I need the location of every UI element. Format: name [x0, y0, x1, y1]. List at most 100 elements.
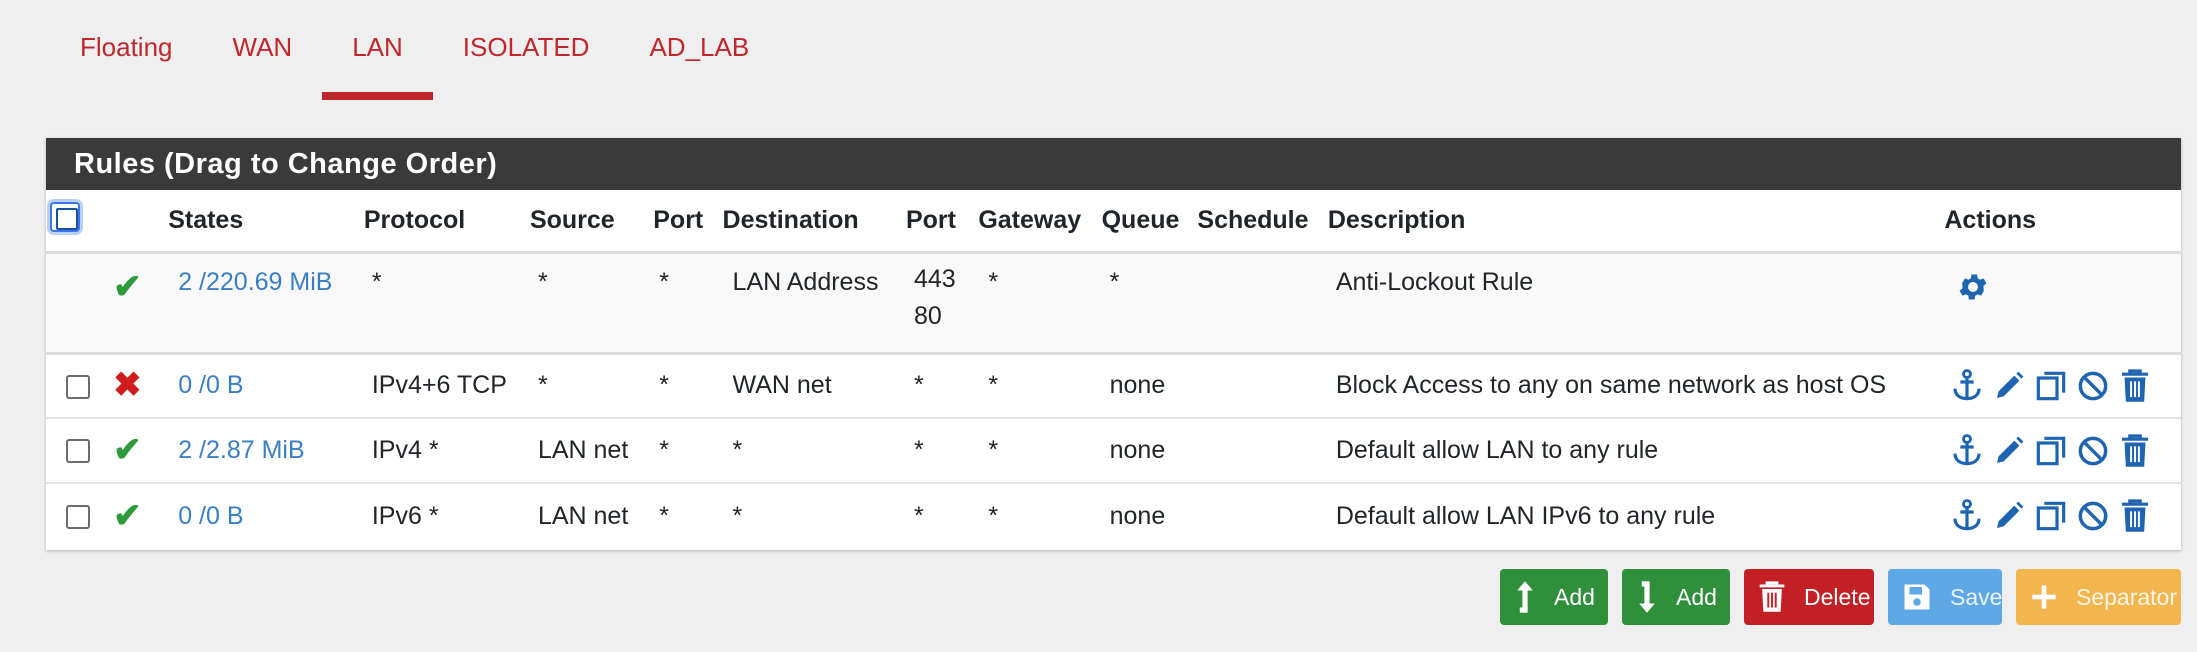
anchor-icon[interactable]: [1948, 432, 1986, 470]
delete-button[interactable]: Delete: [1744, 569, 1874, 625]
destination-cell: LAN Address: [718, 252, 902, 355]
trash-icon[interactable]: [2116, 497, 2154, 535]
destination-cell: *: [718, 418, 902, 484]
gear-icon[interactable]: [1954, 268, 1992, 306]
anchor-icon[interactable]: [1948, 367, 1986, 405]
destination-cell: WAN net: [718, 353, 902, 419]
source-cell: LAN net: [537, 501, 629, 530]
rules-panel: Rules (Drag to Change Order) States Prot…: [46, 138, 2181, 550]
block-x-icon: ✖: [113, 366, 142, 405]
source-cell: *: [525, 353, 650, 419]
trash-icon[interactable]: [2116, 367, 2154, 405]
gateway-cell: *: [974, 418, 1098, 484]
table-row[interactable]: ✔ 0 /0 B IPv6 * LAN net * * * * none Def…: [46, 483, 2181, 548]
states-link[interactable]: 2 /2.87 MiB: [178, 436, 304, 464]
queue-cell: none: [1097, 353, 1194, 419]
add-top-button[interactable]: Add: [1500, 569, 1608, 625]
schedule-cell: [1193, 252, 1324, 355]
delete-label: Delete: [1804, 583, 1871, 610]
source-port-cell: *: [659, 501, 669, 530]
copy-icon[interactable]: [2032, 497, 2070, 535]
row-actions: [1948, 367, 2181, 405]
queue-cell: none: [1109, 501, 1166, 530]
save-label: Save: [1950, 583, 2003, 610]
copy-icon[interactable]: [2032, 432, 2070, 470]
states-link[interactable]: 0 /0 B: [178, 502, 243, 530]
protocol-cell: *: [359, 252, 526, 355]
source-cell: LAN net: [525, 418, 650, 484]
source-cell: *: [525, 252, 650, 355]
rules-table: States Protocol Source Port Destination …: [46, 190, 2181, 548]
row-checkbox[interactable]: [66, 374, 90, 399]
select-all-checkbox[interactable]: [50, 201, 80, 232]
states-link[interactable]: 2 /220.69 MiB: [178, 268, 332, 296]
queue-header: Queue: [1097, 190, 1194, 254]
disable-icon[interactable]: [2074, 367, 2112, 405]
destination-port-cell: *: [901, 418, 975, 484]
tab-isolated[interactable]: ISOLATED: [433, 24, 620, 100]
row-checkbox[interactable]: [66, 439, 90, 464]
protocol-cell: IPv4+6 TCP: [359, 353, 526, 419]
tab-ad-lab[interactable]: AD_LAB: [619, 24, 779, 100]
pass-check-icon: ✔: [113, 267, 142, 306]
table-header: States Protocol Source Port Destination …: [46, 190, 2181, 254]
disable-icon[interactable]: [2074, 497, 2112, 535]
schedule-header: Schedule: [1193, 190, 1324, 254]
destination-port-header: Port: [901, 190, 975, 254]
pencil-icon[interactable]: [1990, 432, 2028, 470]
destination-port-443: 443: [913, 264, 956, 293]
copy-icon[interactable]: [2032, 367, 2070, 405]
row-actions: [1948, 497, 2181, 535]
separator-label: Separator: [2076, 583, 2178, 610]
separator-button[interactable]: Separator: [2016, 569, 2181, 625]
gateway-cell: *: [974, 252, 1098, 355]
source-port-cell: *: [649, 353, 719, 419]
arrow-turn-up-icon: [1514, 580, 1536, 614]
protocol-cell: IPv6 *: [371, 501, 439, 530]
destination-port-cell: *: [913, 501, 924, 530]
row-checkbox[interactable]: [66, 504, 90, 529]
pencil-icon[interactable]: [1990, 497, 2028, 535]
destination-cell: *: [732, 501, 743, 530]
description-cell: Default allow LAN IPv6 to any rule: [1335, 501, 1716, 530]
destination-port-cell: *: [901, 353, 975, 419]
gateway-header: Gateway: [974, 190, 1098, 254]
pencil-icon[interactable]: [1990, 367, 2028, 405]
disable-icon[interactable]: [2074, 432, 2112, 470]
interface-tabs: Floating WAN LAN ISOLATED AD_LAB: [50, 24, 779, 100]
description-cell: Block Access to any on same network as h…: [1323, 353, 1941, 419]
add-top-label: Add: [1554, 583, 1595, 610]
tab-floating[interactable]: Floating: [50, 24, 203, 100]
pass-check-icon: ✔: [113, 431, 142, 469]
source-port-header: Port: [649, 190, 719, 254]
arrow-turn-down-icon: [1636, 580, 1658, 614]
destination-header: Destination: [718, 190, 902, 254]
source-port-cell: *: [649, 418, 719, 484]
schedule-cell: [1193, 418, 1324, 484]
source-port-cell: *: [649, 252, 719, 355]
states-link[interactable]: 0 /0 B: [178, 371, 243, 399]
queue-cell: *: [1097, 252, 1194, 355]
table-row[interactable]: ✔ 2 /2.87 MiB IPv4 * LAN net * * * * non…: [46, 418, 2181, 484]
save-button[interactable]: Save: [1888, 569, 2002, 625]
row-actions: [1948, 432, 2181, 470]
save-icon: [1902, 582, 1932, 612]
protocol-header: Protocol: [359, 190, 526, 254]
description-cell: Anti-Lockout Rule: [1323, 252, 1941, 355]
trash-icon: [1758, 581, 1786, 613]
table-row[interactable]: ✔ 2 /220.69 MiB * * * LAN Address 443 80…: [46, 252, 2181, 355]
schedule-cell: [1193, 353, 1324, 419]
tab-wan[interactable]: WAN: [203, 24, 323, 100]
trash-icon[interactable]: [2116, 432, 2154, 470]
protocol-cell: IPv4 *: [359, 418, 526, 484]
queue-cell: none: [1097, 418, 1194, 484]
schedule-cell: [1193, 483, 1323, 548]
add-bottom-button[interactable]: Add: [1622, 569, 1730, 625]
status-header: [109, 190, 165, 254]
table-row[interactable]: ✖ 0 /0 B IPv4+6 TCP * * WAN net * * none…: [46, 353, 2181, 419]
states-header: States: [164, 190, 360, 254]
anchor-icon[interactable]: [1948, 497, 1986, 535]
gateway-cell: *: [974, 353, 1098, 419]
actions-header: Actions: [1940, 190, 2181, 254]
tab-lan[interactable]: LAN: [322, 24, 433, 100]
